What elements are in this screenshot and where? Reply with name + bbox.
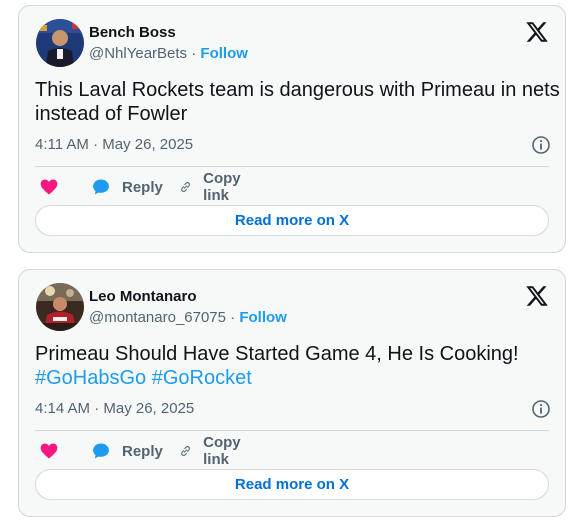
speech-bubble-icon [93,179,109,195]
speech-bubble-icon [93,443,109,459]
x-logo-icon[interactable] [525,20,549,44]
heart-icon [40,443,58,459]
avatar[interactable] [36,19,84,67]
reply-label: Reply [122,442,163,460]
like-button[interactable] [39,175,59,199]
separator-dot: · [191,45,197,62]
author-handle-line: @NhlYearBets · Follow [89,45,248,62]
like-button[interactable] [39,439,59,463]
read-more-button[interactable]: Read more on X [35,205,549,236]
divider [35,166,549,167]
x-logo-icon[interactable] [525,284,549,308]
tweet-card: Leo Montanaro @montanaro_67075 · Follow … [18,269,566,517]
info-icon[interactable] [531,135,551,155]
copy-link-label: Copy link [203,170,241,204]
info-icon[interactable] [531,399,551,419]
reply-button[interactable]: Reply [91,439,163,463]
hashtag-link[interactable]: #GoHabsGo [35,367,146,389]
author-name[interactable]: Leo Montanaro [89,288,197,305]
follow-link[interactable]: Follow [239,309,287,326]
tweet-card: Bench Boss @NhlYearBets · Follow This La… [18,5,566,253]
copy-link-label: Copy link [203,434,241,468]
reply-label: Reply [122,178,163,196]
avatar[interactable] [36,283,84,331]
copy-link-button[interactable]: Copy link [179,434,248,468]
heart-icon [40,179,58,195]
tweet-text-line: This Laval Rockets team is dangerous wit… [35,79,560,101]
tweet-text: Primeau Should Have Started Game 4, He I… [35,342,555,390]
separator-dot: · [230,309,236,326]
link-icon [181,446,190,456]
tweet-text-line: Primeau Should Have Started Game 4, He I… [35,343,519,365]
tweet-text: This Laval Rockets team is dangerous wit… [35,78,560,126]
timestamp[interactable]: 4:11 AM · May 26, 2025 [35,136,193,153]
follow-link[interactable]: Follow [200,45,248,62]
link-icon [181,182,190,192]
author-handle[interactable]: @NhlYearBets [89,45,187,62]
divider [35,430,549,431]
author-handle[interactable]: @montanaro_67075 [89,309,226,326]
hashtag-link[interactable]: #GoRocket [152,367,252,389]
author-handle-line: @montanaro_67075 · Follow [89,309,287,326]
hashtag-line: #GoHabsGo #GoRocket [35,366,555,390]
read-more-button[interactable]: Read more on X [35,469,549,500]
tweet-text-line: instead of Fowler [35,103,188,125]
author-name[interactable]: Bench Boss [89,24,176,41]
reply-button[interactable]: Reply [91,175,163,199]
copy-link-button[interactable]: Copy link [179,170,248,204]
timestamp[interactable]: 4:14 AM · May 26, 2025 [35,400,194,417]
